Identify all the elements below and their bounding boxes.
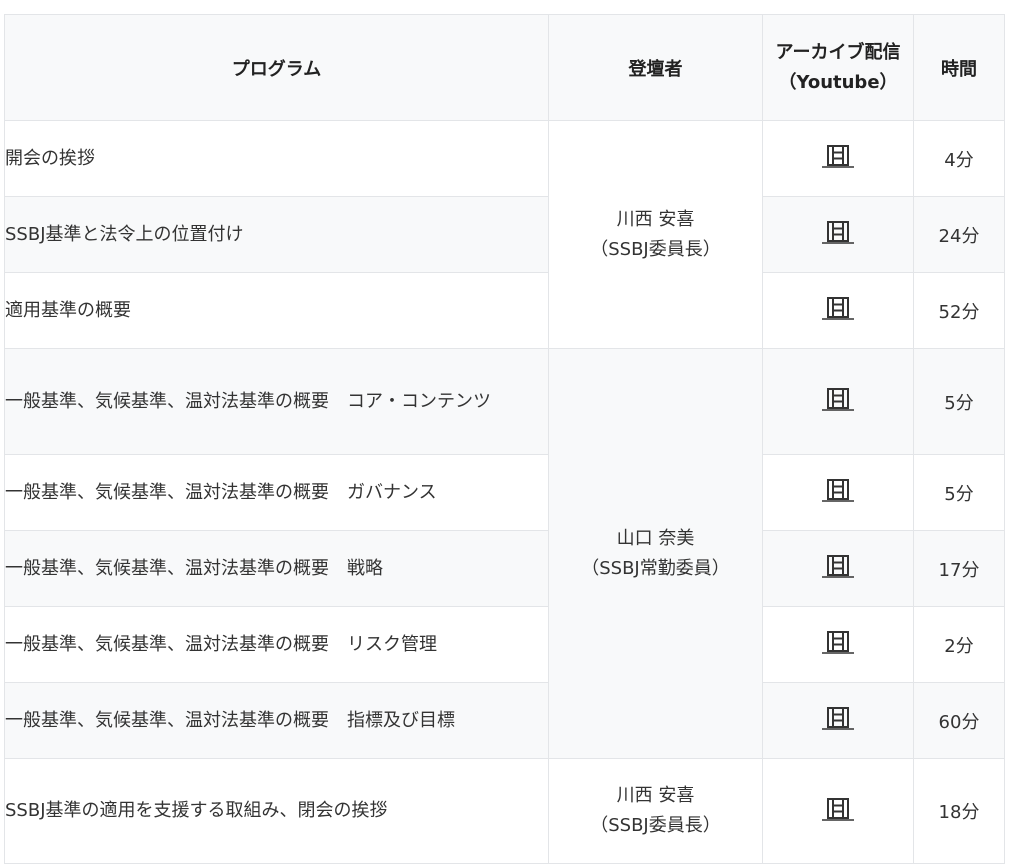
speaker-cell: 川西 安喜 （SSBJ委員長） bbox=[548, 120, 763, 349]
film-icon[interactable] bbox=[821, 296, 855, 325]
duration: 5分 bbox=[913, 454, 1005, 531]
film-icon[interactable] bbox=[821, 630, 855, 659]
table-row: 一般基準、気候基準、温対法基準の概要 戦略 17分 bbox=[4, 530, 1005, 607]
program-title: SSBJ基準の適用を支援する取組み、閉会の挨拶 bbox=[4, 758, 549, 864]
archive-cell bbox=[762, 454, 914, 531]
archive-cell bbox=[762, 606, 914, 683]
speaker-title: （SSBJ常勤委員） bbox=[581, 557, 730, 579]
film-icon[interactable] bbox=[821, 220, 855, 249]
header-row: プログラム 登壇者 アーカイブ配信 （Youtube） 時間 bbox=[4, 14, 1005, 121]
film-icon[interactable] bbox=[821, 144, 855, 173]
archive-cell bbox=[762, 682, 914, 759]
film-icon[interactable] bbox=[821, 706, 855, 735]
duration: 24分 bbox=[913, 196, 1005, 273]
table-row: 一般基準、気候基準、温対法基準の概要 ガバナンス 5分 bbox=[4, 454, 1005, 531]
duration: 52分 bbox=[913, 272, 1005, 349]
table-row: 適用基準の概要 52分 bbox=[4, 272, 1005, 349]
table-row: 一般基準、気候基準、温対法基準の概要 指標及び目標 60分 bbox=[4, 682, 1005, 759]
header-archive-line1: アーカイブ配信 bbox=[775, 41, 901, 63]
program-title: 一般基準、気候基準、温対法基準の概要 ガバナンス bbox=[4, 454, 549, 531]
table-row: SSBJ基準の適用を支援する取組み、閉会の挨拶 川西 安喜 （SSBJ委員長） … bbox=[4, 758, 1005, 864]
duration: 5分 bbox=[913, 348, 1005, 455]
table-row: 一般基準、気候基準、温対法基準の概要 コア・コンテンツ 山口 奈美 （SSBJ常… bbox=[4, 348, 1005, 759]
program-title: 一般基準、気候基準、温対法基準の概要 リスク管理 bbox=[4, 606, 549, 683]
duration: 4分 bbox=[913, 120, 1005, 197]
program-title: 一般基準、気候基準、温対法基準の概要 コア・コンテンツ bbox=[4, 348, 549, 455]
program-title: 開会の挨拶 bbox=[4, 120, 549, 197]
speaker-cell: 川西 安喜 （SSBJ委員長） bbox=[548, 758, 763, 864]
speaker-cell: 山口 奈美 （SSBJ常勤委員） bbox=[548, 348, 763, 759]
archive-cell bbox=[762, 530, 914, 607]
table-row: 開会の挨拶 川西 安喜 （SSBJ委員長） 4分 bbox=[4, 120, 1005, 349]
film-icon[interactable] bbox=[821, 797, 855, 826]
speaker-title: （SSBJ委員長） bbox=[590, 238, 721, 260]
archive-cell bbox=[762, 120, 914, 197]
duration: 2分 bbox=[913, 606, 1005, 683]
program-table: プログラム 登壇者 アーカイブ配信 （Youtube） 時間 開会の挨拶 川西 … bbox=[4, 14, 1005, 864]
program-title: 一般基準、気候基準、温対法基準の概要 戦略 bbox=[4, 530, 549, 607]
header-time: 時間 bbox=[913, 14, 1005, 121]
film-icon[interactable] bbox=[821, 387, 855, 416]
speaker-name: 川西 安喜 bbox=[616, 208, 695, 230]
archive-cell bbox=[762, 348, 914, 455]
program-title: 適用基準の概要 bbox=[4, 272, 549, 349]
header-program: プログラム bbox=[4, 14, 549, 121]
program-title: 一般基準、気候基準、温対法基準の概要 指標及び目標 bbox=[4, 682, 549, 759]
speaker-name: 川西 安喜 bbox=[616, 785, 695, 806]
archive-cell bbox=[762, 196, 914, 273]
header-archive-line2: （Youtube） bbox=[778, 71, 898, 93]
program-title: SSBJ基準と法令上の位置付け bbox=[4, 196, 549, 273]
duration: 17分 bbox=[913, 530, 1005, 607]
table-row: SSBJ基準と法令上の位置付け 24分 bbox=[4, 196, 1005, 273]
duration: 18分 bbox=[913, 758, 1005, 864]
table-row: 一般基準、気候基準、温対法基準の概要 リスク管理 2分 bbox=[4, 606, 1005, 683]
archive-cell bbox=[762, 272, 914, 349]
speaker-name: 山口 奈美 bbox=[616, 527, 695, 549]
archive-cell bbox=[762, 758, 914, 864]
header-speaker: 登壇者 bbox=[548, 14, 763, 121]
header-archive: アーカイブ配信 （Youtube） bbox=[762, 14, 914, 121]
film-icon[interactable] bbox=[821, 554, 855, 583]
speaker-title: （SSBJ委員長） bbox=[590, 815, 721, 836]
duration: 60分 bbox=[913, 682, 1005, 759]
film-icon[interactable] bbox=[821, 478, 855, 507]
